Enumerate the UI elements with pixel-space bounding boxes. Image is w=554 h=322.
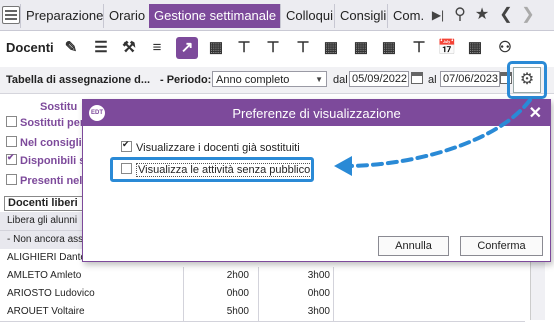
filter-option-label: Presenti nel: [20, 175, 83, 187]
forward-icon[interactable]: ▶|: [428, 5, 448, 25]
table-row[interactable]: AROUET Voltaire 5h00 3h00: [0, 303, 525, 322]
tab-colloqui[interactable]: Colloqui: [280, 4, 338, 28]
row-value-2: 3h00: [307, 306, 330, 317]
filter-option-label: Sostituti per: [20, 117, 85, 129]
row-value-1: 5h00: [226, 306, 249, 317]
row-name: - Non ancora ass: [7, 234, 84, 245]
checkbox[interactable]: [6, 174, 17, 185]
row-value-1: 0h00: [226, 288, 249, 299]
confirm-button[interactable]: Conferma: [460, 236, 543, 256]
menu-icon[interactable]: [2, 6, 20, 24]
dialog-title: Preferenze di visualizzazione: [232, 106, 401, 121]
cancel-button[interactable]: Annulla: [378, 236, 449, 256]
scrollbar[interactable]: [530, 262, 545, 320]
list-edit-icon[interactable]: ☰: [90, 37, 112, 59]
table-row[interactable]: ARIOSTO Ludovico 0h00 0h00: [0, 285, 525, 304]
filter-option-label: Nel consiglio: [20, 137, 89, 149]
checkbox[interactable]: [6, 136, 17, 147]
edit-icon[interactable]: ✎: [60, 37, 82, 59]
search-icon[interactable]: ⚲: [450, 5, 470, 25]
dialog-title-bar: EDT Preferenze di visualizzazione ✕: [83, 100, 550, 126]
close-icon[interactable]: ✕: [529, 103, 542, 123]
period-select[interactable]: Anno completo ▼: [212, 71, 327, 87]
tab-orario[interactable]: Orario: [103, 4, 150, 28]
list-s-icon[interactable]: ≡: [146, 37, 168, 59]
tools-icon[interactable]: ⚒: [118, 37, 140, 59]
preferences-dialog: EDT Preferenze di visualizzazione ✕ Visu…: [82, 99, 551, 262]
grid-check-icon[interactable]: ▦: [464, 37, 486, 59]
to-label: al: [428, 74, 437, 86]
forward-arrow-icon[interactable]: ❯: [518, 5, 538, 25]
filter-option[interactable]: Nel consiglio: [6, 136, 88, 149]
period-label: - Periodo:: [160, 74, 212, 86]
tree-settings-icon[interactable]: ⊤: [262, 37, 284, 59]
chevron-down-icon: ▼: [315, 75, 323, 84]
grid-icon[interactable]: ▦: [205, 37, 227, 59]
filter-option[interactable]: Disponibili s: [6, 152, 86, 167]
table-row[interactable]: AMLETO Amleto 2h00 3h00: [0, 267, 525, 286]
calendar-icon[interactable]: 📅: [436, 37, 458, 59]
toolbar: Docenti ✎ ☰ ⚒ ≡ ↗ ▦ ⊤ ⊤ ⊤ ▦ ▦ ▦ ⊤ 📅 ▦ ⚇: [0, 31, 554, 68]
row-value-2: 0h00: [307, 288, 330, 299]
checkbox[interactable]: [6, 152, 17, 165]
row-name: AROUET Voltaire: [7, 306, 85, 317]
back-arrow-icon[interactable]: ❮: [496, 5, 516, 25]
substitution-edit-icon[interactable]: ↗: [176, 37, 198, 59]
row-value-2: 3h00: [307, 270, 330, 281]
row-name: ALIGHIERI Dante: [7, 252, 86, 263]
to-date-input[interactable]: 07/06/2023: [440, 71, 500, 87]
period-value: Anno completo: [216, 74, 290, 86]
calendar-icon[interactable]: [411, 72, 423, 84]
users-settings-icon[interactable]: ⚇: [494, 37, 516, 59]
from-date-input[interactable]: 05/09/2022: [349, 71, 409, 87]
gear-highlight: [507, 61, 547, 99]
filter-bar: Tabella di assegnazione d... - Periodo: …: [0, 67, 554, 94]
row-name: AMLETO Amleto: [7, 270, 82, 281]
tab-com[interactable]: Com.: [387, 4, 429, 28]
tree-grid-icon[interactable]: ⊤: [292, 37, 314, 59]
tree-icon[interactable]: ⊤: [233, 37, 255, 59]
option-show-substituted[interactable]: Visualizzare i docenti già sostituiti: [121, 139, 300, 154]
from-label: dal: [333, 74, 348, 86]
tab-consigli[interactable]: Consigli: [334, 4, 391, 28]
filter-option-label: Disponibili s: [20, 155, 86, 167]
option-highlight: [110, 157, 314, 182]
filter-option[interactable]: Sostituti per: [6, 116, 84, 129]
star-icon[interactable]: ★: [472, 5, 492, 25]
tab-gestione-settimanale[interactable]: Gestione settimanale: [149, 4, 282, 28]
checkbox[interactable]: [121, 139, 132, 152]
grid-x-icon[interactable]: ▦: [378, 37, 400, 59]
filter-option[interactable]: Presenti nel: [6, 174, 82, 187]
tab-preparazione[interactable]: Preparazione: [20, 4, 108, 28]
grid-clock-icon[interactable]: ▦: [350, 37, 372, 59]
panel-heading: Sostitu: [40, 101, 78, 113]
tree-alt-icon[interactable]: ⊤: [408, 37, 430, 59]
row-value-1: 2h00: [226, 270, 249, 281]
top-menu-bar: Preparazione Orario Gestione settimanale…: [0, 0, 554, 31]
row-name: ARIOSTO Ludovico: [7, 288, 95, 299]
checkbox[interactable]: [6, 116, 17, 127]
grid-alt-icon[interactable]: ▦: [320, 37, 342, 59]
row-name: Libera gli alunni: [7, 215, 78, 226]
toolbar-title: Docenti: [6, 40, 54, 55]
option-label: Visualizzare i docenti già sostituiti: [136, 142, 300, 154]
table-select[interactable]: Tabella di assegnazione d...: [6, 74, 150, 86]
